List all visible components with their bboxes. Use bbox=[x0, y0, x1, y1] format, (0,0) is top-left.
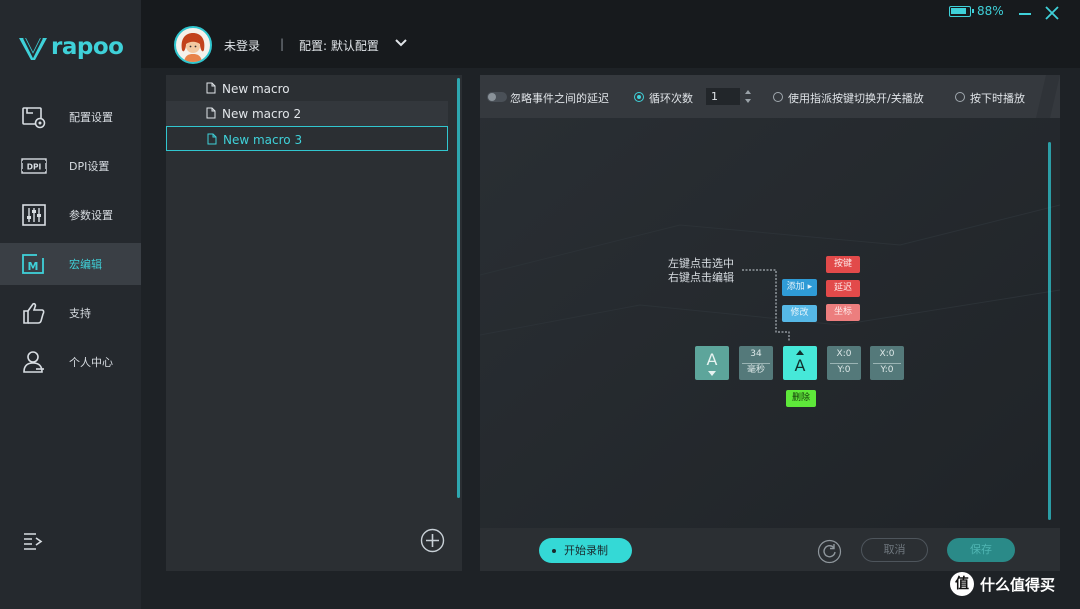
sidebar-item-params[interactable]: 参数设置 bbox=[0, 194, 141, 236]
document-icon bbox=[207, 133, 217, 145]
header-separator: | bbox=[280, 37, 285, 51]
loop-count-label: 循环次数 bbox=[649, 92, 693, 105]
coord-x: X:0 bbox=[836, 349, 852, 359]
coord-x: X:0 bbox=[879, 349, 895, 359]
loop-count-stepper[interactable] bbox=[744, 88, 752, 105]
watermark-logo-icon: 值 bbox=[950, 572, 974, 596]
chevron-down-icon[interactable] bbox=[394, 38, 408, 48]
add-delay-button[interactable]: 延迟 bbox=[826, 280, 860, 297]
cancel-button[interactable]: 取消 bbox=[861, 538, 928, 562]
sidebar-item-macro[interactable]: M 宏编辑 bbox=[0, 243, 141, 285]
svg-text:DPI: DPI bbox=[27, 163, 42, 172]
brand-name: rapoo bbox=[51, 34, 124, 60]
loop-count-radio[interactable] bbox=[634, 92, 644, 102]
start-recording-button[interactable]: 开始录制 bbox=[539, 538, 632, 563]
collapse-menu-icon[interactable] bbox=[22, 531, 44, 551]
login-status[interactable]: 未登录 bbox=[224, 37, 260, 54]
key-event-a-selected[interactable]: A bbox=[783, 346, 817, 380]
sidebar-item-label: DPI设置 bbox=[69, 160, 110, 173]
loop-count-input[interactable]: 1 bbox=[706, 88, 740, 105]
record-label: 开始录制 bbox=[564, 544, 608, 557]
sidebar-item-label: 参数设置 bbox=[69, 209, 113, 222]
sidebar-item-profile[interactable]: 个人中心 bbox=[0, 341, 141, 383]
macro-name: New macro 2 bbox=[222, 107, 302, 121]
macro-list-panel: New macro New macro 2 New macro 3 bbox=[166, 75, 462, 571]
toggle-by-key-label: 使用指派按键切换开/关播放 bbox=[788, 92, 924, 105]
sliders-icon bbox=[22, 204, 46, 226]
coord-y: Y:0 bbox=[880, 365, 894, 375]
delete-action-button[interactable]: 删除 bbox=[786, 390, 816, 407]
watermark-text: 什么值得买 bbox=[980, 575, 1056, 594]
user-icon bbox=[23, 351, 44, 373]
document-icon bbox=[206, 107, 216, 119]
record-dot-icon bbox=[552, 549, 556, 553]
battery-icon bbox=[949, 6, 974, 17]
key-down-arrow-icon bbox=[708, 371, 716, 376]
sidebar-item-dpi[interactable]: DPI DPI设置 bbox=[0, 145, 141, 187]
svg-text:M: M bbox=[28, 260, 39, 273]
sidebar-item-label: 宏编辑 bbox=[69, 258, 102, 271]
key-event-a[interactable]: A bbox=[695, 346, 729, 380]
delay-event[interactable]: 34 毫秒 bbox=[739, 346, 773, 380]
edit-hint: 左键点击选中 右键点击编辑 bbox=[668, 257, 734, 285]
logo: rapoo bbox=[18, 34, 124, 62]
avatar-icon bbox=[181, 33, 205, 62]
play-while-pressed-radio[interactable] bbox=[955, 92, 965, 102]
minimize-button[interactable] bbox=[1019, 13, 1031, 15]
profile-selector[interactable]: 配置: 默认配置 bbox=[299, 37, 379, 54]
hint-line-select: 左键点击选中 bbox=[668, 257, 734, 270]
app-window: rapoo 配置设置 DPI DPI设置 参数设置 M 宏编辑 支持 个人中心 … bbox=[0, 0, 1080, 609]
coordinate-event[interactable]: X:0 Y:0 bbox=[827, 346, 861, 380]
dpi-icon: DPI bbox=[21, 158, 47, 174]
add-action-button[interactable]: 添加 ▸ bbox=[782, 279, 817, 296]
save-button[interactable]: 保存 bbox=[947, 538, 1015, 562]
thumbs-up-icon bbox=[23, 302, 45, 324]
sidebar: rapoo 配置设置 DPI DPI设置 参数设置 M 宏编辑 支持 个人中心 bbox=[0, 0, 141, 609]
macro-list-item[interactable]: New macro 2 bbox=[166, 101, 448, 126]
config-icon bbox=[22, 107, 46, 129]
sidebar-item-support[interactable]: 支持 bbox=[0, 292, 141, 334]
macro-name: New macro 3 bbox=[223, 133, 303, 147]
macro-name: New macro bbox=[222, 82, 290, 96]
key-label: A bbox=[706, 350, 718, 369]
top-bar bbox=[141, 0, 1080, 68]
macro-icon: M bbox=[22, 253, 45, 274]
add-key-button[interactable]: 按键 bbox=[826, 256, 860, 273]
ignore-delay-toggle[interactable] bbox=[487, 92, 507, 102]
coord-y: Y:0 bbox=[837, 365, 851, 375]
battery-percent: 88% bbox=[977, 4, 1004, 18]
avatar[interactable] bbox=[174, 26, 212, 64]
battery-level bbox=[951, 8, 966, 14]
ignore-delay-label: 忽略事件之间的延迟 bbox=[510, 92, 609, 105]
sidebar-item-config[interactable]: 配置设置 bbox=[0, 96, 141, 138]
key-up-arrow-icon bbox=[796, 350, 804, 355]
macro-list-scrollbar[interactable] bbox=[457, 78, 460, 498]
watermark: 值 什么值得买 bbox=[950, 572, 1055, 596]
sidebar-item-label: 支持 bbox=[69, 307, 91, 320]
macro-list-item[interactable]: New macro bbox=[166, 76, 448, 101]
macro-list-item-selected[interactable]: New macro 3 bbox=[166, 126, 448, 151]
rapoo-logo-icon bbox=[19, 37, 47, 60]
sidebar-item-label: 个人中心 bbox=[69, 356, 113, 369]
add-coordinate-button[interactable]: 坐标 bbox=[826, 304, 860, 321]
play-while-pressed-label: 按下时播放 bbox=[970, 92, 1025, 105]
refresh-icon[interactable] bbox=[817, 539, 842, 564]
delay-unit: 毫秒 bbox=[746, 365, 765, 375]
document-icon bbox=[206, 82, 216, 94]
coordinate-event[interactable]: X:0 Y:0 bbox=[870, 346, 904, 380]
toggle-by-key-radio[interactable] bbox=[773, 92, 783, 102]
close-icon[interactable] bbox=[1044, 5, 1060, 21]
add-macro-button[interactable] bbox=[420, 528, 445, 553]
editor-scrollbar[interactable] bbox=[1048, 142, 1051, 520]
sidebar-item-label: 配置设置 bbox=[69, 111, 113, 124]
delay-value: 34 bbox=[750, 349, 762, 359]
modify-action-button[interactable]: 修改 bbox=[782, 305, 817, 322]
hint-line-edit: 右键点击编辑 bbox=[668, 271, 734, 284]
